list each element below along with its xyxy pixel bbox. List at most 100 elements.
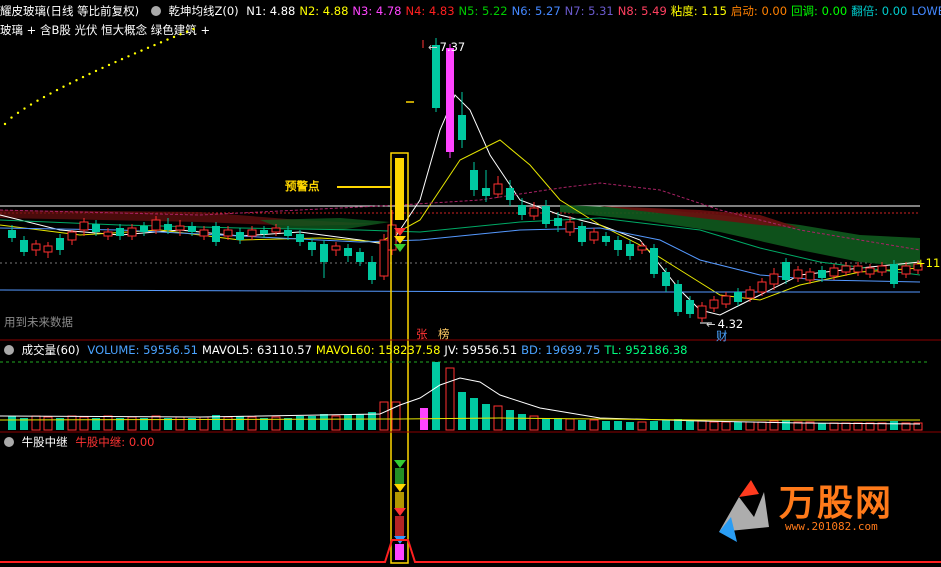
trend-dot	[23, 107, 26, 110]
trend-dot	[107, 63, 111, 67]
volume-bar	[79, 416, 89, 431]
volume-bar	[709, 421, 719, 431]
candle	[482, 188, 490, 196]
ma-line-long	[0, 289, 920, 293]
signal-panel-triangle-1	[394, 460, 406, 468]
signal-fill-yellow	[395, 492, 404, 508]
signal-panel-header: 牛股中继 牛股中继: 0.00	[0, 434, 158, 450]
volume-bar	[458, 392, 466, 430]
volume-value-3: JV: 59556.51	[444, 343, 518, 357]
candle	[308, 242, 316, 250]
volume-bar	[565, 418, 575, 431]
volume-bar	[734, 422, 742, 430]
trend-dot	[88, 72, 91, 76]
tag-zhang[interactable]: 张	[416, 326, 428, 342]
volume-bar	[43, 416, 53, 431]
candle	[493, 183, 503, 195]
trend-dot	[185, 30, 189, 33]
volume-bar	[31, 415, 41, 431]
volume-bar	[151, 415, 161, 431]
volume-bar	[432, 362, 440, 430]
volume-value-0: VOLUME: 59556.51	[87, 343, 198, 357]
candle	[662, 272, 670, 286]
high-price-value: 7.37	[439, 40, 466, 54]
high-price-label: ← 7.37	[428, 39, 469, 55]
right-price-label: +11.	[916, 255, 941, 271]
volume-bar	[542, 418, 550, 430]
candle	[721, 295, 731, 305]
settings-circle-icon[interactable]	[4, 437, 14, 447]
candle	[79, 221, 89, 231]
candle	[188, 226, 196, 232]
trend-dot	[159, 41, 163, 44]
signal-panel-title[interactable]: 牛股中继	[22, 435, 68, 449]
candle	[103, 231, 113, 237]
candle	[116, 228, 124, 236]
candlestick-series[interactable]	[8, 38, 923, 322]
logo-url-text: www.201082.com	[785, 520, 878, 533]
future-data-note: 用到未来数据	[4, 315, 73, 329]
trend-dot	[166, 38, 169, 41]
trend-dot	[101, 66, 104, 70]
candle	[614, 240, 622, 250]
volume-bar	[506, 410, 514, 430]
candle	[674, 284, 682, 312]
trend-dot	[140, 49, 143, 52]
candle	[890, 264, 898, 284]
volume-bar	[782, 420, 790, 430]
candle	[626, 244, 634, 256]
candle	[31, 243, 41, 251]
tag-cai[interactable]: 财	[716, 328, 728, 344]
candle	[506, 188, 514, 200]
candle	[697, 305, 707, 319]
candle	[589, 231, 599, 241]
volume-bar	[320, 414, 328, 430]
candle	[542, 206, 550, 224]
candle	[805, 271, 815, 281]
volume-bar	[626, 422, 634, 430]
candle	[223, 229, 233, 237]
signal-fill-red	[395, 516, 404, 536]
volume-panel-title[interactable]: 成交量(60)	[22, 343, 80, 357]
trend-dot	[10, 116, 13, 119]
candle	[247, 229, 257, 237]
candle	[379, 239, 389, 277]
volume-bar	[721, 421, 731, 431]
candle	[320, 244, 328, 262]
settings-circle-icon[interactable]	[4, 345, 14, 355]
candle	[841, 265, 851, 273]
volume-bar	[578, 420, 586, 430]
volume-bar	[686, 420, 694, 430]
candle	[212, 226, 220, 242]
volume-bar	[344, 415, 352, 430]
signal-panel-triangle-2	[394, 484, 406, 492]
volume-bar	[391, 401, 401, 431]
candle	[650, 248, 658, 274]
candle	[470, 170, 478, 190]
warning-bar	[395, 158, 404, 220]
candle	[554, 218, 562, 226]
candle	[458, 115, 466, 140]
candle	[782, 262, 790, 280]
trend-dot	[114, 60, 117, 64]
volume-bar	[650, 421, 658, 430]
volume-bar	[614, 421, 622, 430]
warning-label: 预警点	[285, 179, 320, 193]
candle	[793, 269, 803, 279]
volume-bar	[8, 416, 16, 430]
tag-bang[interactable]: 榜	[438, 326, 450, 342]
volume-value-2: MAVOL60: 158237.58	[315, 343, 441, 357]
volume-bar	[589, 419, 599, 431]
trend-dot	[94, 69, 98, 73]
volume-bar	[554, 418, 562, 430]
trend-dot	[3, 122, 7, 126]
volume-bar	[379, 401, 389, 431]
volume-bar	[853, 422, 863, 431]
trend-dot	[29, 103, 33, 106]
volume-panel-header: 成交量(60) VOLUME: 59556.51 MAVOL5: 63110.57…	[0, 342, 695, 358]
candle	[140, 226, 148, 232]
volume-bar	[331, 415, 341, 431]
volume-bar	[356, 414, 364, 430]
candle	[43, 245, 53, 253]
candle	[769, 273, 779, 285]
